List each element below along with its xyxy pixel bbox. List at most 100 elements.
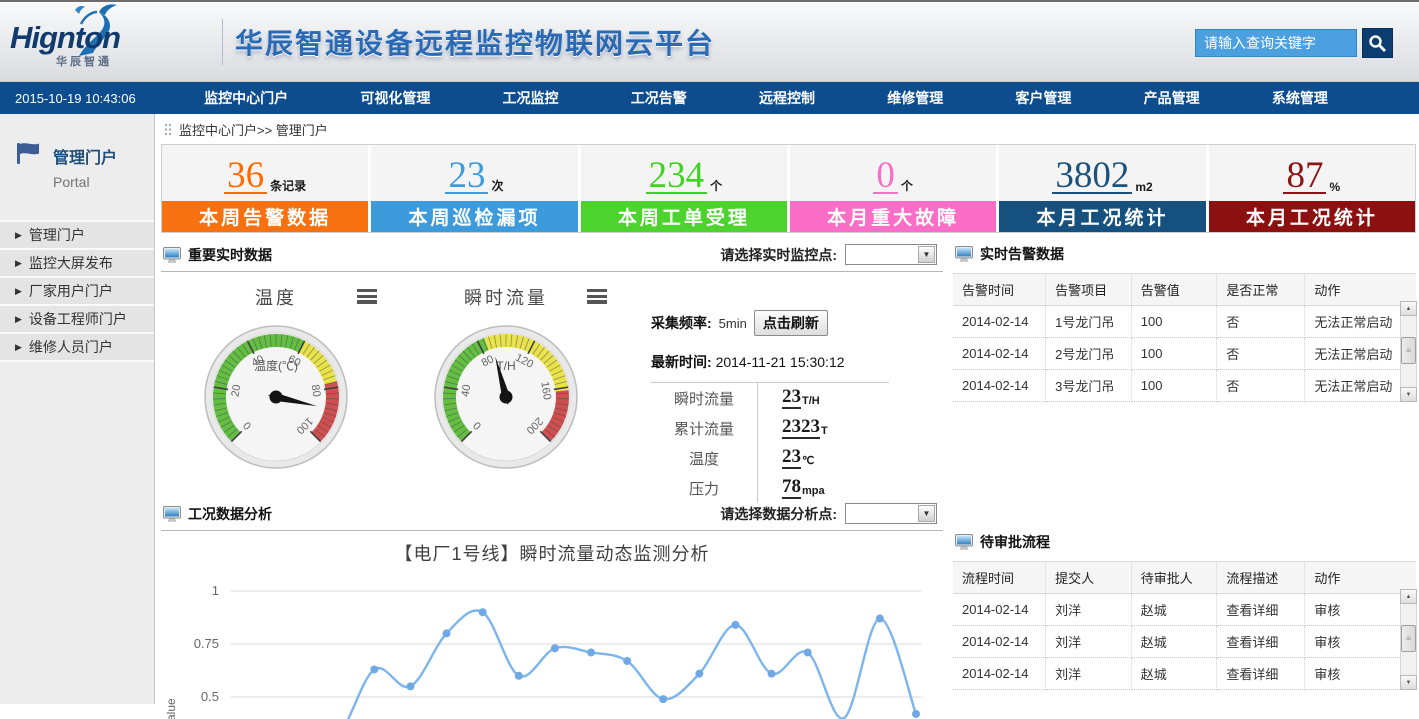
freq-label: 采集频率: bbox=[651, 313, 712, 333]
stat-banner[interactable]: 本周巡检漏项 bbox=[371, 201, 577, 232]
sidebar-menu: ▶ 管理门户 ▶ 监控大屏发布 ▶ 厂家用户门户 ▶ 设备工程师门户 ▶ 维修人… bbox=[0, 220, 154, 362]
monitor-icon bbox=[163, 247, 181, 263]
triangle-up-icon[interactable]: ▲ bbox=[1400, 589, 1417, 604]
scrollbar-track[interactable]: ≡ bbox=[1400, 316, 1417, 387]
scrollbar[interactable]: ▲ ≡ ▼ bbox=[1400, 589, 1417, 690]
stat-unit: 个 bbox=[710, 177, 722, 194]
triangle-down-icon[interactable]: ▼ bbox=[1400, 387, 1417, 402]
sidebar-item-big-screen[interactable]: ▶ 监控大屏发布 bbox=[0, 250, 154, 278]
stat-unit: % bbox=[1329, 180, 1340, 194]
hamburger-icon[interactable] bbox=[587, 289, 607, 304]
svg-text:40: 40 bbox=[460, 384, 474, 398]
readout-value: 23 bbox=[782, 387, 801, 409]
logo-text: Hignton 华辰智通 bbox=[10, 24, 120, 69]
scrollbar-thumb[interactable]: ≡ bbox=[1401, 337, 1416, 364]
stat-number: 23 bbox=[445, 161, 488, 194]
triangle-down-icon[interactable]: ▼ bbox=[1400, 675, 1417, 690]
svg-text:80: 80 bbox=[309, 384, 323, 398]
analysis-point-select[interactable]: ▼ bbox=[845, 503, 937, 524]
scrollbar[interactable]: ▲ ≡ ▼ bbox=[1400, 301, 1417, 402]
stat-value-area: 0 个 bbox=[790, 145, 996, 201]
approval-table: 流程时间 提交人 待审批人 流程描述 动作 2014-02-14 刘洋 bbox=[953, 561, 1416, 690]
stat-value-area: 3802 m2 bbox=[999, 145, 1205, 201]
stat-card: 234 个 本周工单受理 bbox=[581, 145, 787, 232]
chevron-down-icon[interactable]: ▼ bbox=[918, 505, 935, 522]
breadcrumb-text: 监控中心门户>> 管理门户 bbox=[179, 120, 328, 139]
svg-text:0.5: 0.5 bbox=[201, 689, 219, 704]
nav-item-system[interactable]: 系统管理 bbox=[1272, 88, 1328, 108]
view-detail-link[interactable]: 查看详细 bbox=[1217, 594, 1305, 626]
approval-panel: 待审批流程 流程时间 提交人 待审批人 流程描述 动作 bbox=[953, 527, 1416, 690]
readout-row: 瞬时流量 23T/H bbox=[651, 383, 889, 413]
panel-header: 待审批流程 bbox=[953, 527, 1416, 558]
monitor-point-select[interactable]: ▼ bbox=[845, 244, 937, 265]
sidebar-item-repair-portal[interactable]: ▶ 维修人员门户 bbox=[0, 334, 154, 362]
nav-item-condition-monitor[interactable]: 工况监控 bbox=[503, 88, 559, 108]
readout-value: 23 bbox=[782, 447, 801, 469]
hamburger-icon[interactable] bbox=[357, 289, 377, 304]
chart-title: 【电厂1号线】瞬时流量动态监测分析 bbox=[161, 540, 943, 566]
nav-item-product[interactable]: 产品管理 bbox=[1144, 88, 1200, 108]
stat-number: 87 bbox=[1283, 161, 1326, 194]
stat-unit: 条记录 bbox=[270, 177, 306, 194]
readout-row: 累计流量 2323T bbox=[651, 413, 889, 443]
stat-unit: m2 bbox=[1135, 180, 1152, 194]
readout-unit: T bbox=[821, 425, 828, 437]
stat-banner[interactable]: 本月重大故障 bbox=[790, 201, 996, 232]
stat-card: 3802 m2 本月工况统计 bbox=[999, 145, 1205, 232]
portal-subtitle: Portal bbox=[53, 174, 117, 190]
nav-item-monitor-center[interactable]: 监控中心门户 bbox=[204, 88, 288, 108]
monitor-icon bbox=[955, 534, 973, 550]
nav-item-condition-alarm[interactable]: 工况告警 bbox=[631, 88, 687, 108]
nav-item-visualization[interactable]: 可视化管理 bbox=[360, 88, 430, 108]
alarm-table: 告警时间 告警项目 告警值 是否正常 动作 2014-02-14 1号龙门吊 bbox=[953, 273, 1416, 402]
analysis-panel: 工况数据分析 请选择数据分析点: ▼ 【电厂1号线】瞬时流量动态监测分析 10.… bbox=[161, 498, 943, 719]
triangle-right-icon: ▶ bbox=[15, 314, 22, 325]
panel-header: 工况数据分析 请选择数据分析点: ▼ bbox=[161, 498, 943, 531]
readout-value: 78 bbox=[782, 477, 801, 499]
nav-item-remote-control[interactable]: 远程控制 bbox=[759, 88, 815, 108]
table-row: 2014-02-14 2号龙门吊 100 否 无法正常启动 bbox=[953, 338, 1416, 370]
view-detail-link[interactable]: 查看详细 bbox=[1217, 626, 1305, 658]
logo-wordmark: Hignton bbox=[10, 24, 120, 52]
chevron-down-icon[interactable]: ▼ bbox=[918, 246, 935, 263]
readout-row: 温度 23℃ bbox=[651, 443, 889, 473]
nav-item-maintenance[interactable]: 维修管理 bbox=[887, 88, 943, 108]
stat-banner[interactable]: 本周告警数据 bbox=[162, 201, 368, 232]
stat-value-area: 234 个 bbox=[581, 145, 787, 201]
stat-banner[interactable]: 本月工况统计 bbox=[1209, 201, 1415, 232]
masthead: Hignton 华辰智通 华辰智通设备远程监控物联网云平台 bbox=[0, 2, 1419, 82]
sidebar-item-engineer-portal[interactable]: ▶ 设备工程师门户 bbox=[0, 306, 154, 334]
table-row: 2014-02-14 3号龙门吊 100 否 无法正常启动 bbox=[953, 370, 1416, 402]
view-detail-link[interactable]: 查看详细 bbox=[1217, 658, 1305, 690]
panel-title: 实时告警数据 bbox=[980, 244, 1064, 264]
latest-time-value: 2014-11-21 15:30:12 bbox=[716, 354, 845, 370]
flow-gauge: 04080120160200T/H bbox=[431, 322, 581, 472]
readout-area: 采集频率: 5min 点击刷新 最新时间: 2014-11-21 15:30:1… bbox=[621, 284, 943, 485]
readout-unit: T/H bbox=[802, 395, 820, 407]
nav-item-customer[interactable]: 客户管理 bbox=[1015, 88, 1071, 108]
monitor-icon bbox=[163, 506, 181, 522]
refresh-button[interactable]: 点击刷新 bbox=[754, 310, 828, 336]
company-logo[interactable]: Hignton 华辰智通 bbox=[0, 2, 220, 81]
sidebar-item-vendor-portal[interactable]: ▶ 厂家用户门户 bbox=[0, 278, 154, 306]
latest-time-label: 最新时间: bbox=[651, 354, 712, 370]
readout-value: 2323 bbox=[782, 417, 820, 439]
search-input[interactable] bbox=[1195, 29, 1357, 57]
flow-line-chart: 10.750.5value bbox=[161, 569, 943, 719]
stat-banner[interactable]: 本周工单受理 bbox=[581, 201, 787, 232]
nav-items: 监控中心门户 可视化管理 工况监控 工况告警 远程控制 维修管理 客户管理 产品… bbox=[168, 88, 1419, 108]
search-button[interactable] bbox=[1362, 28, 1393, 58]
readout-unit: ℃ bbox=[802, 454, 814, 467]
triangle-right-icon: ▶ bbox=[15, 342, 22, 353]
triangle-up-icon[interactable]: ▲ bbox=[1400, 301, 1417, 316]
logo-chinese-name: 华辰智通 bbox=[56, 53, 120, 69]
logo-divider bbox=[222, 19, 223, 65]
stat-banner[interactable]: 本月工况统计 bbox=[999, 201, 1205, 232]
gauge-title: 瞬时流量 bbox=[464, 284, 548, 310]
scrollbar-thumb[interactable]: ≡ bbox=[1401, 625, 1416, 652]
svg-text:1: 1 bbox=[212, 583, 219, 598]
panel-title: 重要实时数据 bbox=[188, 245, 272, 265]
sidebar-item-admin-portal[interactable]: ▶ 管理门户 bbox=[0, 222, 154, 250]
scrollbar-track[interactable]: ≡ bbox=[1400, 604, 1417, 675]
